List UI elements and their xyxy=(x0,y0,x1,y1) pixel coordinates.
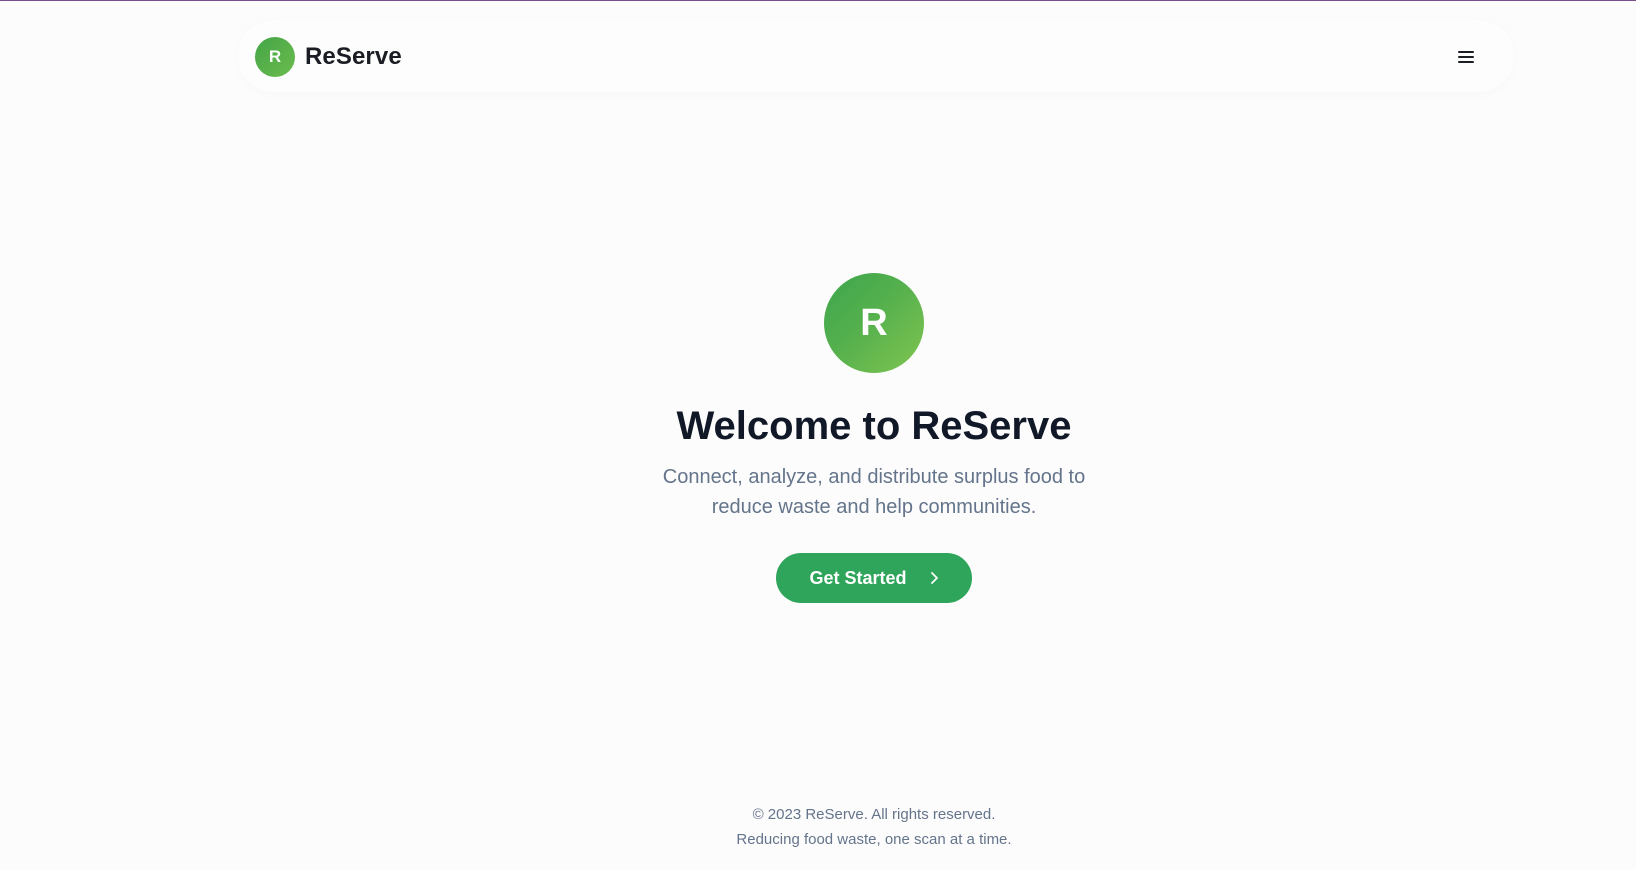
footer: © 2023 ReServe. All rights reserved. Red… xyxy=(0,802,1636,852)
menu-button[interactable] xyxy=(1447,38,1485,76)
navbar: R ReServe xyxy=(238,20,1514,92)
get-started-label: Get Started xyxy=(809,567,907,588)
hero-title: Welcome to ReServe xyxy=(676,404,1072,448)
hero-logo: R xyxy=(824,273,924,373)
brand-link[interactable]: R ReServe xyxy=(255,37,402,77)
hamburger-menu-icon xyxy=(1458,51,1474,63)
top-accent-line xyxy=(0,0,1636,1)
footer-tagline: Reducing food waste, one scan at a time. xyxy=(736,831,1012,848)
brand-logo: R xyxy=(255,37,295,77)
get-started-button[interactable]: Get Started xyxy=(776,553,972,603)
hero-subtitle: Connect, analyze, and distribute surplus… xyxy=(662,466,1086,518)
chevron-right-icon xyxy=(929,571,939,585)
brand-name: ReServe xyxy=(305,43,402,70)
footer-copyright: © 2023 ReServe. All rights reserved. xyxy=(752,806,996,823)
